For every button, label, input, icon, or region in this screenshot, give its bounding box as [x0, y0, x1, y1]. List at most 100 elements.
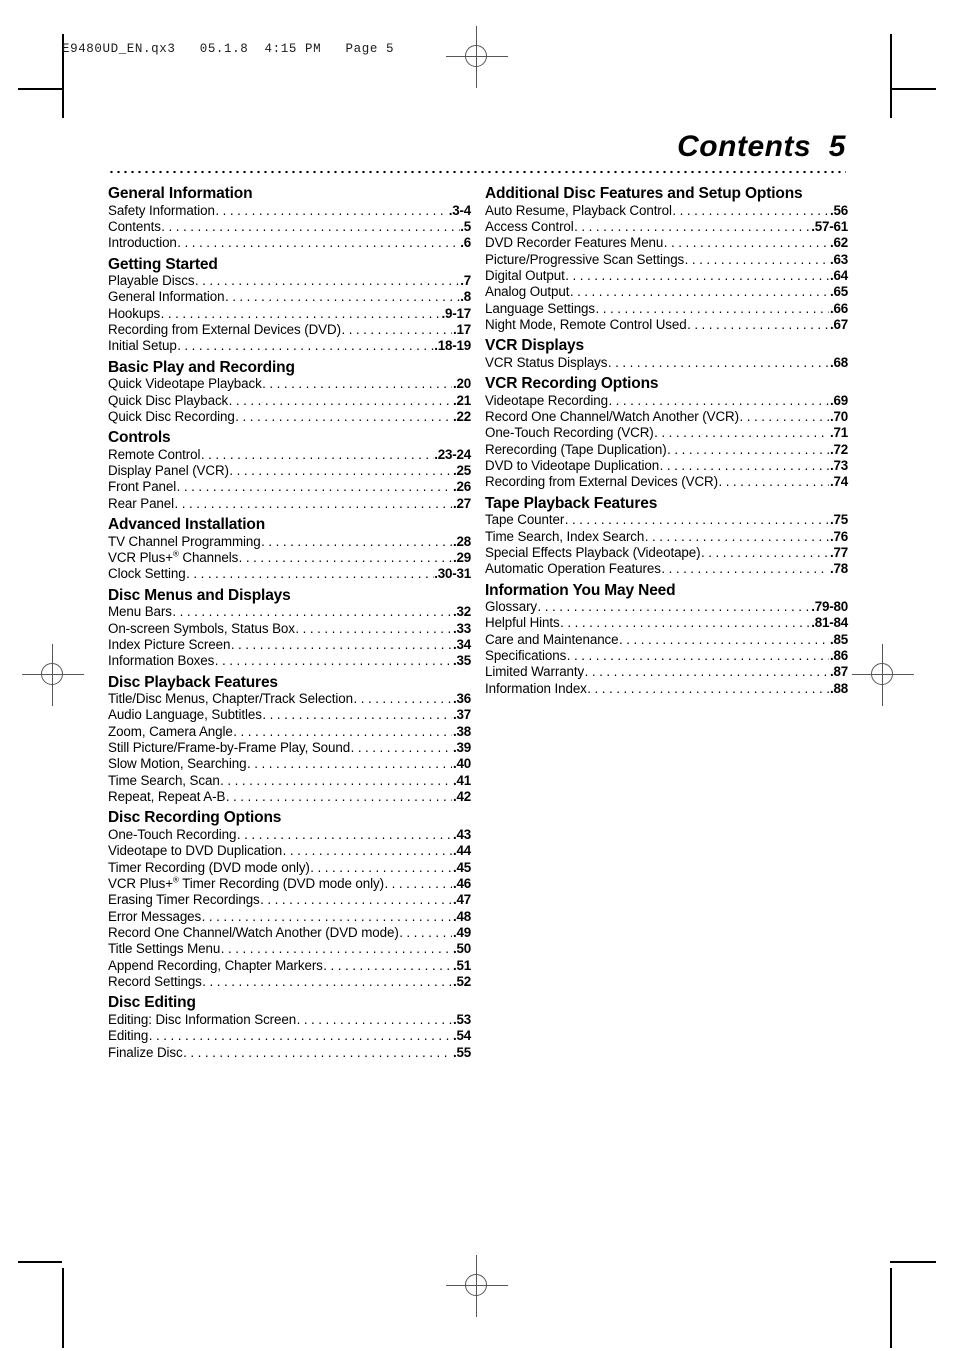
toc-entry[interactable]: Glossary 79-80 [485, 599, 848, 615]
toc-entry[interactable]: Limited Warranty 87 [485, 664, 848, 680]
toc-entry[interactable]: Night Mode, Remote Control Used 67 [485, 317, 848, 333]
toc-entry[interactable]: Quick Videotape Playback 20 [108, 376, 471, 392]
toc-entry[interactable]: Introduction 6 [108, 235, 471, 251]
toc-entry[interactable]: DVD Recorder Features Menu 62 [485, 235, 848, 251]
toc-entry[interactable]: Menu Bars 32 [108, 604, 471, 620]
toc-entry[interactable]: Auto Resume, Playback Control 56 [485, 203, 848, 219]
toc-entry-label: Title/Disc Menus, Chapter/Track Selectio… [108, 691, 353, 707]
toc-entry[interactable]: Append Recording, Chapter Markers 51 [108, 958, 471, 974]
toc-entry[interactable]: Hookups 9-17 [108, 306, 471, 322]
toc-entry[interactable]: Initial Setup 18-19 [108, 338, 471, 354]
toc-entry[interactable]: Error Messages 48 [108, 909, 471, 925]
toc-entry[interactable]: TV Channel Programming 28 [108, 534, 471, 550]
toc-entry[interactable]: Quick Disc Recording 22 [108, 409, 471, 425]
toc-entry[interactable]: Information Boxes 35 [108, 653, 471, 669]
toc-entry[interactable]: Display Panel (VCR) 25 [108, 463, 471, 479]
toc-leader-dots [739, 409, 829, 425]
toc-entry[interactable]: Rear Panel 27 [108, 496, 471, 512]
toc-entry-label: Index Picture Screen [108, 636, 231, 652]
toc-entry[interactable]: Videotape to DVD Duplication 44 [108, 843, 471, 859]
toc-entry[interactable]: Finalize Disc 55 [108, 1045, 471, 1061]
toc-entry[interactable]: Specifications 86 [485, 648, 848, 664]
toc-section-heading: Advanced Installation [108, 516, 266, 534]
toc-entry[interactable]: Record One Channel/Watch Another (VCR) 70 [485, 409, 848, 425]
toc-entry[interactable]: Record One Channel/Watch Another (DVD mo… [108, 925, 471, 941]
toc-entry[interactable]: Recording from External Devices (DVD) 17 [108, 322, 471, 338]
toc-leader-dots [235, 409, 452, 425]
crop-mark-bottom-left-horizontal [18, 1261, 62, 1263]
toc-section-heading: Information You May Need [485, 581, 676, 599]
toc-entry[interactable]: Editing: Disc Information Screen 53 [108, 1012, 471, 1028]
toc-entry[interactable]: Contents 5 [108, 219, 471, 235]
toc-entry[interactable]: VCR Status Displays 68 [485, 355, 848, 371]
toc-entry[interactable]: Analog Output 65 [485, 284, 848, 300]
toc-entry-label: Introduction [108, 235, 177, 251]
toc-entry-page-number: 41 [453, 773, 472, 789]
toc-entry[interactable]: Language Settings 66 [485, 301, 848, 317]
crop-mark-top-left-horizontal [18, 88, 62, 90]
toc-entry[interactable]: Still Picture/Frame-by-Frame Play, Sound… [108, 740, 471, 756]
toc-entry[interactable]: Care and Maintenance 85 [485, 632, 848, 648]
toc-entry[interactable]: Title Settings Menu 50 [108, 941, 471, 957]
toc-entry[interactable]: Special Effects Playback (Videotape) 77 [485, 545, 848, 561]
toc-entry[interactable]: Timer Recording (DVD mode only) 45 [108, 860, 471, 876]
toc-entry[interactable]: VCR Plus+® Channels 29 [108, 550, 471, 566]
toc-entry[interactable]: Title/Disc Menus, Chapter/Track Selectio… [108, 691, 471, 707]
toc-entry[interactable]: Repeat, Repeat A-B 42 [108, 789, 471, 805]
toc-entry[interactable]: One-Touch Recording (VCR) 71 [485, 425, 848, 441]
toc-entry[interactable]: Picture/Progressive Scan Settings 63 [485, 252, 848, 268]
toc-entry[interactable]: Quick Disc Playback 21 [108, 393, 471, 409]
toc-leader-dots [247, 756, 452, 772]
toc-entry-page-number: 85 [830, 632, 849, 648]
toc-entry[interactable]: Digital Output 64 [485, 268, 848, 284]
toc-entry[interactable]: Tape Counter 75 [485, 512, 848, 528]
toc-entry[interactable]: General Information 8 [108, 289, 471, 305]
toc-entry[interactable]: Slow Motion, Searching 40 [108, 756, 471, 772]
left-column: General InformationSafety Information3-4… [108, 186, 471, 1061]
toc-entry[interactable]: Safety Information 3-4 [108, 203, 471, 219]
toc-entry[interactable]: Automatic Operation Features 78 [485, 561, 848, 577]
toc-entry[interactable]: VCR Plus+® Timer Recording (DVD mode onl… [108, 876, 471, 892]
toc-entry-page-number: 3-4 [449, 203, 471, 219]
toc-entry[interactable]: Time Search, Scan 41 [108, 773, 471, 789]
toc-leader-dots [183, 1045, 452, 1061]
toc-leader-dots [261, 534, 452, 550]
toc-entry[interactable]: Record Settings 52 [108, 974, 471, 990]
toc-entry[interactable]: Zoom, Camera Angle 38 [108, 724, 471, 740]
toc-leader-dots [685, 252, 830, 268]
toc-entry[interactable]: Videotape Recording 69 [485, 393, 848, 409]
toc-entry[interactable]: Front Panel 26 [108, 479, 471, 495]
toc-entry[interactable]: Clock Setting 30-31 [108, 566, 471, 582]
toc-entry-label: Erasing Timer Recordings [108, 892, 260, 908]
toc-entry[interactable]: Information Index 88 [485, 681, 848, 697]
toc-entry[interactable]: One-Touch Recording 43 [108, 827, 471, 843]
toc-entry[interactable]: Playable Discs 7 [108, 273, 471, 289]
toc-entry[interactable]: Index Picture Screen 34 [108, 637, 471, 653]
toc-entry[interactable]: On-screen Symbols, Status Box 33 [108, 621, 471, 637]
toc-entry-page-number: 75 [830, 512, 849, 528]
toc-entry[interactable]: Helpful Hints 81-84 [485, 615, 848, 631]
toc-entry[interactable]: Remote Control 23-24 [108, 447, 471, 463]
toc-entry[interactable]: Rerecording (Tape Duplication) 72 [485, 442, 848, 458]
crop-mark-bottom-left-vertical [62, 1268, 64, 1348]
toc-entry-page-number: 27 [453, 496, 472, 512]
toc-entry[interactable]: Erasing Timer Recordings 47 [108, 892, 471, 908]
toc-entry-page-number: 86 [830, 648, 849, 664]
toc-entry-label: Record One Channel/Watch Another (VCR) [485, 408, 739, 424]
toc-entry[interactable]: Recording from External Devices (VCR) 74 [485, 474, 848, 490]
toc-entry[interactable]: Editing 54 [108, 1028, 471, 1044]
toc-section-heading: Disc Recording Options [108, 809, 282, 827]
toc-entry[interactable]: DVD to Videotape Duplication 73 [485, 458, 848, 474]
toc-entry-page-number: 66 [830, 301, 849, 317]
toc-entry[interactable]: Access Control 57-61 [485, 219, 848, 235]
toc-entry-page-number: 87 [830, 664, 849, 680]
toc-entry[interactable]: Time Search, Index Search 76 [485, 529, 848, 545]
toc-leader-dots [574, 219, 811, 235]
toc-entry-label: Playable Discs [108, 273, 195, 289]
toc-entry-page-number: 77 [830, 545, 849, 561]
toc-entry[interactable]: Audio Language, Subtitles 37 [108, 707, 471, 723]
toc-section-heading: Basic Play and Recording [108, 358, 295, 376]
toc-entry-page-number: 53 [453, 1012, 472, 1028]
toc-entry-page-number: 63 [830, 252, 849, 268]
toc-entry-page-number: 18-19 [434, 338, 471, 354]
